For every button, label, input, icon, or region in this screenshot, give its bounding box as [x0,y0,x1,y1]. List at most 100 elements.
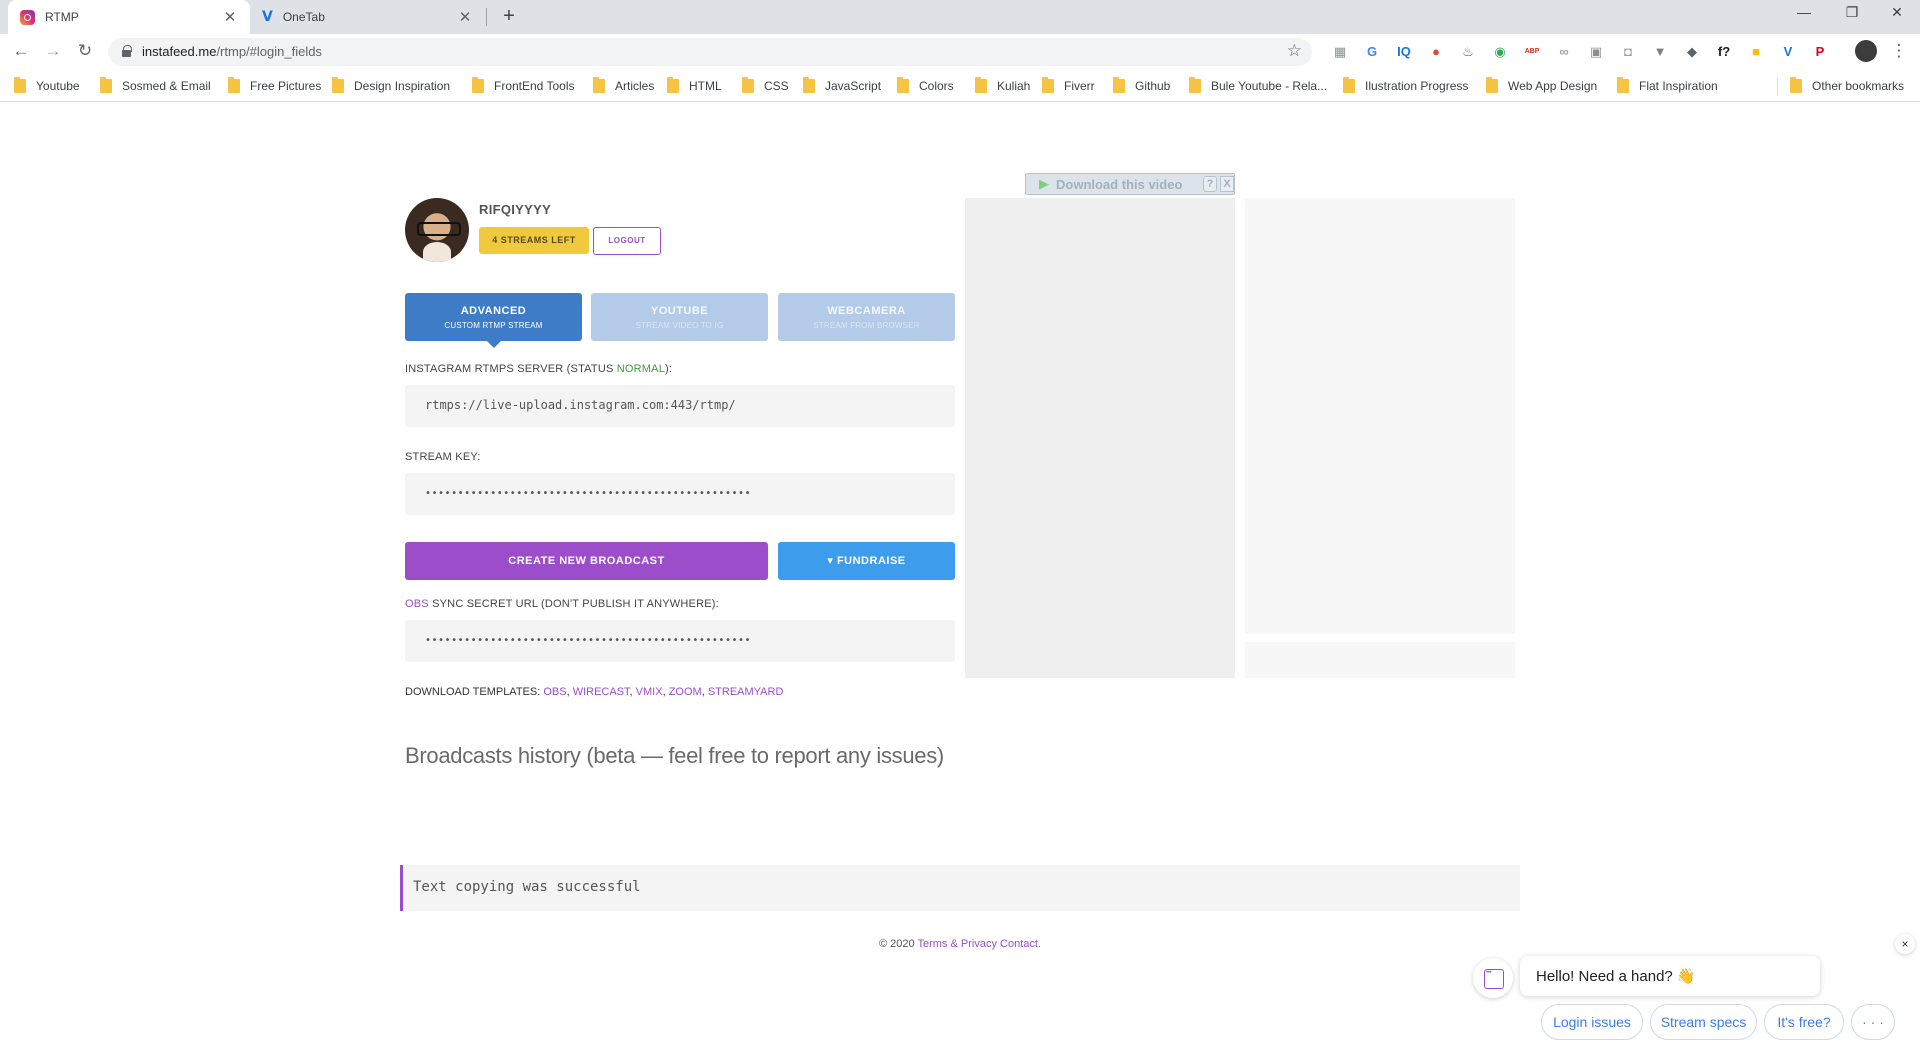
close-window-button[interactable]: ✕ [1886,4,1908,21]
bookmark-item[interactable]: JavaScript [803,77,881,94]
iq-ext-icon[interactable]: IQ [1395,43,1413,61]
bookmark-item[interactable]: Bule Youtube - Rela... [1189,77,1327,94]
bookmark-item[interactable]: FrontEnd Tools [472,77,575,94]
new-tab-button[interactable]: + [498,5,520,28]
contact-link[interactable]: Contact. [1000,938,1041,950]
tab-divider [486,8,487,26]
close-tab-icon[interactable]: ✕ [457,8,473,26]
chip-more[interactable]: · · · [1851,1004,1895,1040]
bookmark-label: CSS [764,79,789,93]
ad-panel-footer [1245,642,1515,678]
fundraise-button[interactable]: ▾ FUNDRAISE [778,542,955,580]
bookmarks-bar: Youtube Sosmed & Email Free Pictures Design… [0,70,1920,102]
bookmark-label: Sosmed & Email [122,79,211,93]
avatar [405,198,469,262]
folder-icon [593,77,605,93]
download-templates: DOWNLOAD TEMPLATES: OBS, WIRECAST, VMIX,… [405,686,784,698]
history-title: Broadcasts history (beta — feel free to … [405,743,944,768]
url-text[interactable]: instafeed.me/rtmp/#login_fields [142,44,322,59]
tab-advanced-title: ADVANCED [460,305,527,317]
tab-title: RTMP [45,10,79,24]
chat-close-button[interactable]: × [1895,934,1915,954]
chip-its-free[interactable]: It's free? [1764,1004,1844,1040]
terms-link[interactable]: Terms & Privacy [918,938,997,950]
vue-ext-icon[interactable]: ▼ [1651,43,1669,61]
server-label-prefix: INSTAGRAM RTMPS SERVER (STATUS [405,363,617,375]
bookmark-item[interactable]: Github [1113,77,1170,94]
download-video-text[interactable]: Download this video [1056,177,1182,192]
folder-icon [1042,77,1054,93]
chat-bot-icon[interactable] [1473,958,1513,998]
tab-youtube[interactable]: YOUTUBE STREAM VIDEO TO IG [591,293,768,341]
profile-avatar-icon[interactable] [1855,40,1877,62]
location-ext-icon[interactable]: ◆ [1683,43,1701,61]
bookmark-item[interactable]: Fiverr [1042,77,1095,94]
template-obs-link[interactable]: OBS [543,686,566,698]
folder-icon [14,77,26,93]
bookmark-item[interactable]: Free Pictures [228,77,321,94]
bookmark-item[interactable]: Kuliah [975,77,1030,94]
pinterest-ext-icon[interactable]: P [1811,43,1829,61]
tools-ext-icon[interactable]: ▦ [1331,43,1349,61]
bookmark-item[interactable]: Articles [593,77,654,94]
translate-ext-icon[interactable]: G [1363,43,1381,61]
forward-button[interactable]: → [42,41,64,61]
tab-strip: RTMP ✕ V OneTab ✕ + — ❐ ✕ [0,0,1920,34]
world-ext-icon[interactable]: ◉ [1491,43,1509,61]
template-streamyard-link[interactable]: STREAMYARD [708,686,784,698]
back-button[interactable]: ← [10,41,32,61]
template-zoom-link[interactable]: ZOOM [669,686,702,698]
folder-icon [100,77,112,93]
server-url-field[interactable]: rtmps://live-upload.instagram.com:443/rt… [405,385,955,427]
close-icon[interactable]: X [1220,176,1234,192]
chip-stream-specs[interactable]: Stream specs [1650,1004,1757,1040]
fire-ext-icon[interactable]: ♨ [1459,43,1477,61]
minimize-button[interactable]: — [1793,4,1815,20]
other-bookmarks[interactable]: Other bookmarks [1790,77,1904,94]
bookmark-item[interactable]: Youtube [14,77,80,94]
bookmark-item[interactable]: Colors [897,77,954,94]
obs-sync-url-field[interactable]: ••••••••••••••••••••••••••••••••••••••••… [405,620,955,662]
whatfont-ext-icon[interactable]: f? [1715,43,1733,61]
help-icon[interactable]: ? [1203,176,1217,192]
stream-key-label: STREAM KEY: [405,451,481,463]
bookmark-star-icon[interactable]: ☆ [1287,41,1302,61]
bookmark-item[interactable]: CSS [742,77,789,94]
bookmark-item[interactable]: Web App Design [1486,77,1597,94]
template-wirecast-link[interactable]: WIRECAST [573,686,630,698]
lock-icon [122,45,132,57]
tab-rtmp[interactable]: RTMP ✕ [8,0,250,34]
copy-success-message: Text copying was successful [400,865,1520,911]
browser-menu-icon[interactable]: ⋮ [1888,41,1910,61]
tab-advanced[interactable]: ADVANCED CUSTOM RTMP STREAM [405,293,582,348]
chip-login-issues[interactable]: Login issues [1541,1004,1643,1040]
bookmark-item[interactable]: Flat Inspiration [1617,77,1718,94]
vr-ext-icon[interactable]: ∞ [1555,43,1573,61]
address-bar[interactable]: instafeed.me/rtmp/#login_fields ☆ [108,38,1312,66]
window-ext-icon[interactable]: ▣ [1587,43,1605,61]
reload-button[interactable]: ↻ [74,41,96,61]
restore-button[interactable]: ❐ [1841,4,1863,21]
adblock-ext-icon[interactable]: ABP [1523,43,1541,61]
bookmark-item[interactable]: Design Inspiration [332,77,450,94]
ad-panel [1245,198,1515,634]
vimeo-ext-icon[interactable]: V [1779,43,1797,61]
bookmark-item[interactable]: Ilustration Progress [1343,77,1468,94]
bookmark-item[interactable]: HTML [667,77,722,94]
tab-onetab[interactable]: V OneTab ✕ [250,0,485,34]
chat-greeting[interactable]: Hello! Need a hand? 👋 [1520,956,1820,996]
colorpicker-ext-icon[interactable]: ● [1427,43,1445,61]
download-video-overlay[interactable]: ▶ Download this video ? X [1025,173,1235,195]
create-broadcast-button[interactable]: CREATE NEW BROADCAST [405,542,768,580]
logout-button[interactable]: LOGOUT [593,227,661,255]
camera-ext-icon[interactable]: ◘ [1619,43,1637,61]
stream-key-field[interactable]: ••••••••••••••••••••••••••••••••••••••••… [405,473,955,515]
obs-sync-label: OBS SYNC SECRET URL (DON'T PUBLISH IT AN… [405,598,719,610]
template-vmix-link[interactable]: VMIX [636,686,663,698]
bookmark-item[interactable]: Sosmed & Email [100,77,211,94]
palette-ext-icon[interactable]: ■ [1747,43,1765,61]
obs-link[interactable]: OBS [405,598,429,610]
close-tab-icon[interactable]: ✕ [222,8,238,26]
bookmark-label: FrontEnd Tools [494,79,575,93]
tab-webcamera[interactable]: WEBCAMERA STREAM FROM BROWSER [778,293,955,341]
